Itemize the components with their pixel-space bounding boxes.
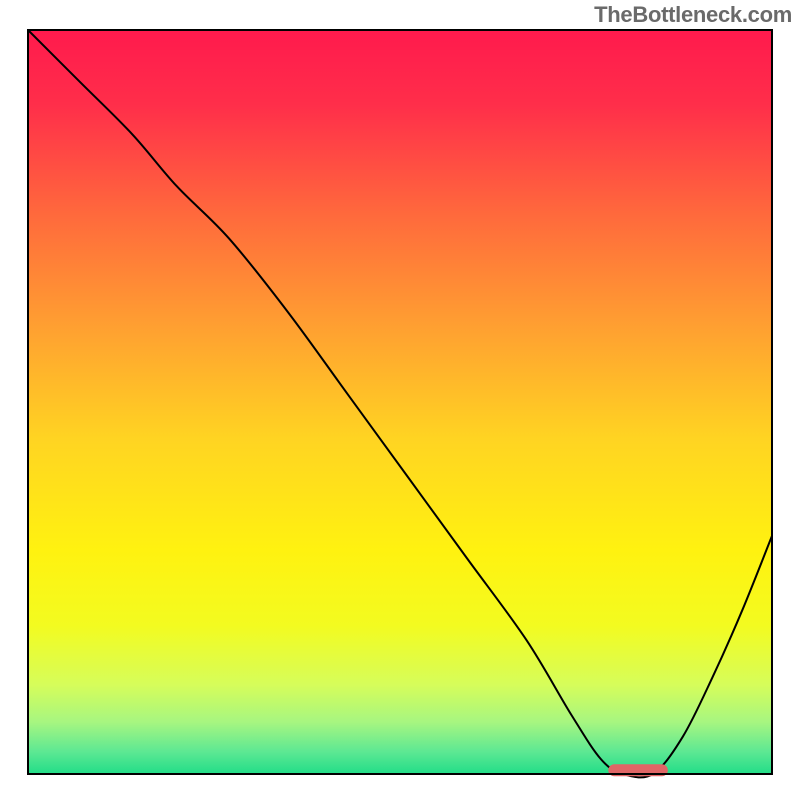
bottleneck-chart [0, 0, 800, 800]
